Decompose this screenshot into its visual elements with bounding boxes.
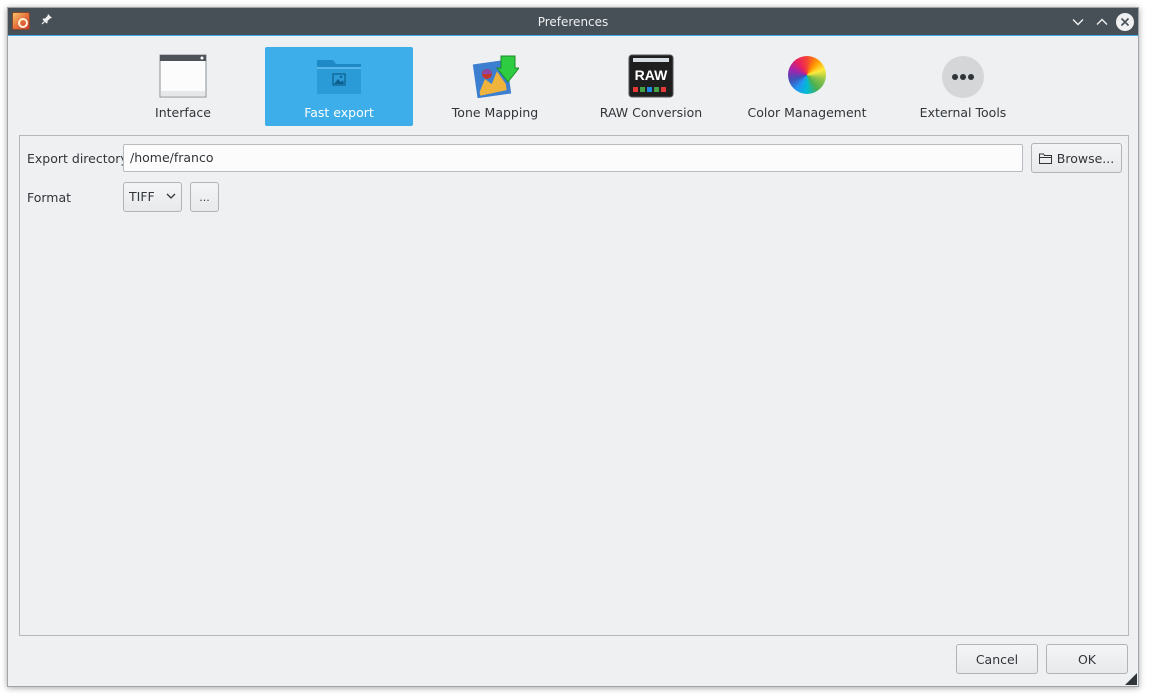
export-directory-input[interactable]: /home/franco bbox=[123, 144, 1023, 172]
chevron-up-icon bbox=[1096, 18, 1108, 25]
cancel-button[interactable]: Cancel bbox=[956, 644, 1038, 674]
folder-icon bbox=[1038, 153, 1052, 164]
format-options-button[interactable]: ... bbox=[190, 182, 219, 212]
page-interface[interactable]: Interface bbox=[109, 47, 257, 126]
close-icon bbox=[1120, 17, 1130, 27]
window-title: Preferences bbox=[537, 15, 609, 29]
page-external-tools[interactable]: External Tools bbox=[889, 47, 1037, 126]
page-tone-mapping[interactable]: Tone Mapping bbox=[421, 47, 569, 126]
close-button[interactable] bbox=[1115, 12, 1135, 32]
page-label: Interface bbox=[155, 105, 211, 120]
format-label: Format bbox=[27, 190, 72, 205]
color-wheel-icon bbox=[788, 56, 826, 94]
tone-mapping-icon bbox=[472, 55, 519, 98]
page-label: Color Management bbox=[747, 105, 867, 120]
browse-button[interactable]: Browse... bbox=[1031, 143, 1122, 173]
page-label: Fast export bbox=[304, 105, 374, 120]
preferences-window: Preferences Interface Fast export Tone M… bbox=[7, 7, 1139, 687]
minimize-button[interactable] bbox=[1068, 12, 1088, 32]
page-label: External Tools bbox=[919, 105, 1007, 120]
folder-image-icon bbox=[317, 60, 361, 94]
more-dots-icon bbox=[942, 56, 984, 98]
page-raw-conversion[interactable]: RAW RAW Conversion bbox=[577, 47, 725, 126]
page-label: Tone Mapping bbox=[451, 105, 539, 120]
ok-button[interactable]: OK bbox=[1046, 644, 1128, 674]
title-bar: Preferences bbox=[8, 8, 1138, 36]
svg-text:RAW: RAW bbox=[635, 67, 668, 83]
page-selector: Interface Fast export Tone Mapping RAW R… bbox=[8, 46, 1138, 128]
format-select[interactable]: TIFF bbox=[123, 182, 182, 212]
page-fast-export[interactable]: Fast export bbox=[265, 47, 413, 126]
raw-icon: RAW bbox=[628, 54, 674, 98]
page-color-management[interactable]: Color Management bbox=[733, 47, 881, 126]
pin-icon[interactable] bbox=[39, 13, 55, 29]
export-directory-label: Export directory bbox=[27, 151, 128, 166]
chevron-down-icon bbox=[166, 193, 176, 199]
fast-export-panel: Export directory /home/franco Browse... … bbox=[19, 135, 1129, 636]
app-icon[interactable] bbox=[12, 12, 30, 30]
window-icon bbox=[159, 54, 207, 98]
page-label: RAW Conversion bbox=[599, 105, 703, 120]
resize-grip-icon[interactable] bbox=[1125, 673, 1137, 685]
browse-label: Browse... bbox=[1056, 150, 1115, 166]
maximize-button[interactable] bbox=[1092, 12, 1112, 32]
format-value: TIFF bbox=[129, 189, 155, 204]
chevron-down-icon bbox=[1072, 19, 1084, 26]
